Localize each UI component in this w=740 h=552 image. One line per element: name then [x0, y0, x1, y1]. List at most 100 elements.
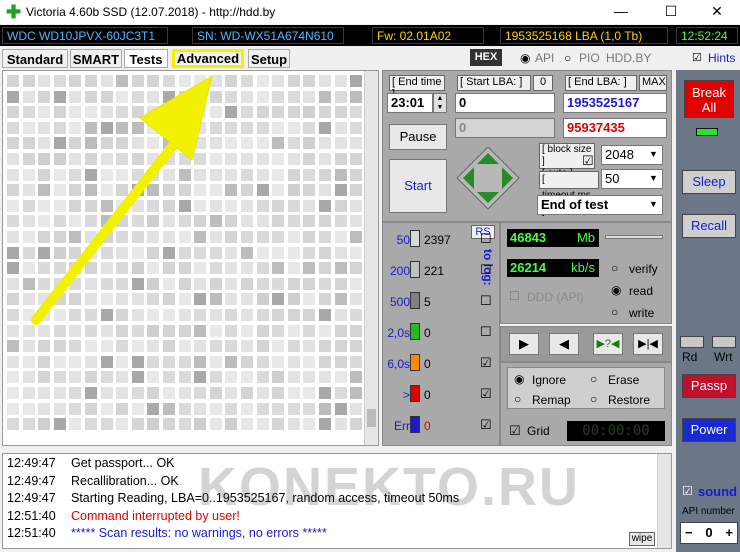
write-label: write: [629, 306, 655, 320]
elapsed-timer: 00:00:00: [567, 421, 665, 441]
start-lba-label: [ Start LBA: ]: [457, 75, 531, 91]
legend-label: 2,0s: [387, 326, 410, 340]
read-label: read: [629, 284, 654, 298]
restore-radio[interactable]: ○: [590, 392, 597, 406]
sleep-button[interactable]: Sleep: [682, 170, 736, 194]
log-scrollbar[interactable]: [657, 454, 671, 548]
log-message: Recallibration... OK: [71, 473, 179, 488]
legend-label: Err: [394, 419, 410, 433]
legend-count: 0: [424, 419, 431, 433]
legend-swatch: [410, 416, 420, 433]
legend-swatch: [410, 230, 420, 247]
start-lba-input[interactable]: 0: [455, 93, 555, 113]
grid-label: Grid: [527, 424, 550, 438]
stats-panel: 46843 Mb 26214 kb/s ☐ DDD (API) ○ verify…: [500, 222, 672, 324]
legend-count: 2397: [424, 233, 451, 247]
action-panel: ◉ Ignore ○ Erase ○ Remap ○ Restore ☑ Gri…: [500, 362, 672, 446]
legend-row: 6,0s 0 ☑: [384, 354, 496, 374]
legend-count: 5: [424, 295, 431, 309]
sound-label: sound: [698, 484, 737, 499]
to-log-checkbox[interactable]: ☑: [480, 417, 492, 433]
mb-unit: Mb: [576, 230, 595, 245]
legend-row: >0 ☑: [384, 385, 496, 405]
playback-panel: ▶ ◀ ▶?◀ ▶|◀: [500, 326, 672, 362]
start-lba-zero-button[interactable]: 0: [533, 75, 553, 91]
verify-radio[interactable]: ○: [611, 261, 618, 275]
wrt-label: Wrt: [714, 350, 733, 364]
to-log-checkbox[interactable]: ☐: [480, 231, 492, 247]
end-skip-icon[interactable]: ▶|◀: [633, 333, 663, 355]
legend-row: Err 0 ☑: [384, 416, 496, 436]
wipe-button[interactable]: wipe: [629, 532, 655, 546]
to-log-checkbox[interactable]: ☑: [480, 386, 492, 402]
mb-readout: 46843 Mb: [507, 229, 599, 247]
end-lba-input[interactable]: 1953525167: [563, 93, 667, 113]
end-time-input[interactable]: 23:01: [387, 93, 433, 113]
ignore-radio[interactable]: ◉: [514, 372, 524, 386]
erase-label: Erase: [608, 373, 640, 387]
remap-label: Remap: [532, 393, 571, 407]
legend-row: 200 221 ☐: [384, 261, 496, 281]
sound-checkbox[interactable]: ☑: [682, 484, 693, 498]
write-radio[interactable]: ○: [611, 305, 618, 319]
log-line: 12:49:47 Recallibration... OK: [7, 474, 179, 491]
legend-row: 500 5 ☐: [384, 292, 496, 312]
status-led: [696, 128, 718, 136]
log-time: 12:49:47: [7, 456, 56, 470]
block-auto-checkbox[interactable]: ☑: [582, 153, 594, 169]
watermark: KONEKTO.RU: [198, 457, 581, 517]
start-button[interactable]: Start: [389, 159, 447, 213]
ignore-label: Ignore: [532, 373, 567, 387]
skip-check-icon[interactable]: ▶?◀: [593, 333, 623, 355]
to-log-checkbox[interactable]: ☐: [480, 324, 492, 340]
log-time: 12:49:47: [7, 473, 56, 488]
api-number-stepper[interactable]: − 0 +: [680, 522, 738, 544]
remap-radio[interactable]: ○: [514, 392, 521, 406]
repair-options: ◉ Ignore ○ Erase ○ Remap ○ Restore: [507, 367, 665, 409]
passp-button[interactable]: Passp: [682, 374, 736, 398]
speed-readout: 26214 kb/s: [507, 259, 599, 277]
log-line: 12:51:40 ***** Scan results: no warnings,…: [7, 526, 327, 543]
end-of-test-select[interactable]: End of test: [537, 195, 663, 215]
to-log-checkbox[interactable]: ☑: [480, 355, 492, 371]
timeout-label: [ timeout,ms ]: [539, 171, 599, 217]
api-number-value: 0: [705, 525, 713, 540]
end-lba-max-button[interactable]: MAX: [639, 75, 667, 91]
right-sidebar: Break All Sleep Recall Rd Wrt Passp Powe…: [676, 70, 740, 552]
break-all-button[interactable]: Break All: [684, 80, 734, 118]
end-time-spinner[interactable]: ▲ ▼: [433, 93, 447, 113]
legend-swatch: [410, 261, 420, 278]
to-log-checkbox[interactable]: ☐: [480, 262, 492, 278]
speed-unit: kb/s: [571, 260, 595, 275]
erase-radio[interactable]: ○: [590, 372, 597, 386]
progress-slider[interactable]: [605, 235, 663, 239]
log-message: ***** Scan results: no warnings, no erro…: [71, 526, 327, 540]
rewind-icon[interactable]: ◀: [549, 333, 579, 355]
legend-label: >: [402, 388, 410, 402]
restore-label: Restore: [608, 393, 651, 407]
log-time: 12:51:40: [7, 508, 56, 523]
play-icon[interactable]: ▶: [509, 333, 539, 355]
legend-label: 6,0s: [387, 357, 410, 371]
direction-pad[interactable]: [455, 145, 521, 211]
ddd-api-checkbox[interactable]: ☐: [509, 289, 520, 303]
legend-row: 50 2397 ☐: [384, 230, 496, 250]
read-radio[interactable]: ◉: [611, 283, 621, 297]
pause-button[interactable]: Pause: [389, 124, 447, 150]
legend-row: 2,0s 0 ☐: [384, 323, 496, 343]
chevron-down-icon: ▼: [649, 149, 658, 159]
wrt-indicator: [712, 336, 736, 348]
legend-swatch: [410, 385, 420, 402]
start-lba-current: 0: [455, 118, 555, 138]
to-log-checkbox[interactable]: ☐: [480, 293, 492, 309]
verify-label: verify: [629, 262, 658, 276]
legend-count: 0: [424, 326, 431, 340]
legend-count: 221: [424, 264, 445, 278]
recall-button[interactable]: Recall: [682, 214, 736, 238]
grid-checkbox[interactable]: ☑: [509, 423, 521, 439]
legend-swatch: [410, 323, 420, 340]
legend-label: 50: [396, 233, 410, 247]
chevron-down-icon: ▼: [649, 173, 658, 183]
rd-label: Rd: [682, 350, 698, 364]
power-button[interactable]: Power: [682, 418, 736, 442]
